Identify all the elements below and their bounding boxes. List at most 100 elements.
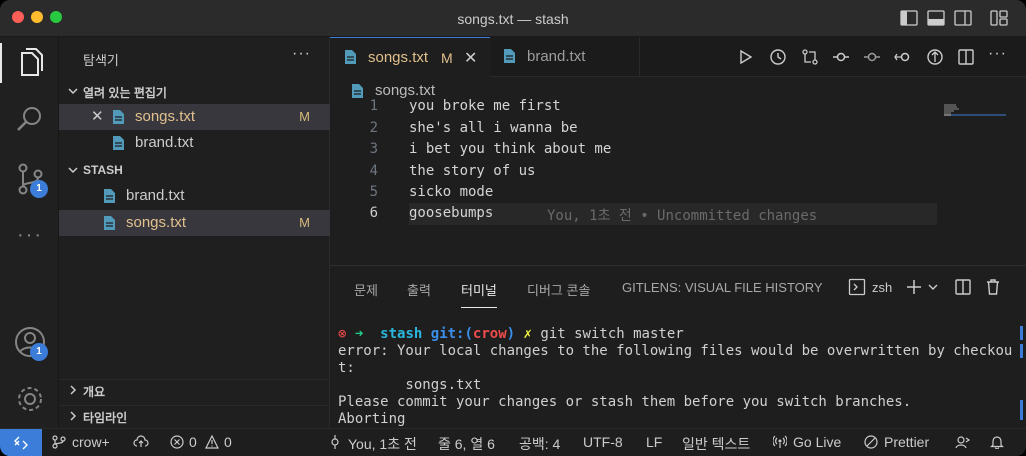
terminal-line: error: Your local changes to the followi…: [338, 343, 1013, 359]
folder-section[interactable]: STASH: [59, 160, 330, 182]
close-tab-icon[interactable]: ✕: [464, 48, 477, 68]
prompt-git-suffix: ): [506, 326, 516, 342]
prompt-branch: crow: [472, 326, 507, 342]
toggle-panel-icon[interactable]: [927, 10, 945, 26]
notifications-bell-icon[interactable]: [990, 435, 1004, 449]
explorer-sidebar: 탐색기 ··· 열려 있는 편집기 ✕ songs.txt M brand.tx…: [59, 37, 330, 428]
open-editor-name: brand.txt: [135, 134, 194, 151]
code-line[interactable]: you broke me first: [409, 98, 561, 114]
commit-author-icon: [331, 435, 339, 449]
open-editors-section[interactable]: 열려 있는 편집기: [59, 81, 330, 103]
open-editor-item[interactable]: brand.txt: [59, 130, 330, 156]
timeline-label: 타임라인: [83, 411, 128, 425]
new-terminal-icon[interactable]: [905, 278, 923, 296]
prompt-dirty-mark: ✗: [523, 326, 532, 342]
line-number: 1: [369, 98, 378, 114]
branch-name[interactable]: crow+: [72, 434, 110, 450]
file-icon: [504, 49, 515, 63]
close-editor-icon[interactable]: ✕: [91, 107, 104, 125]
tab-label: brand.txt: [527, 48, 586, 65]
remote-indicator[interactable]: [0, 429, 42, 456]
file-name: songs.txt: [126, 214, 187, 231]
prompt-directory: stash: [380, 326, 423, 342]
editor-more-icon[interactable]: ···: [988, 45, 1007, 63]
toggle-primary-sidebar-icon[interactable]: [900, 10, 918, 26]
file-tree-item[interactable]: songs.txt M: [59, 210, 330, 236]
error-status-icon: ⊗: [338, 326, 347, 342]
error-count[interactable]: 0: [189, 434, 197, 450]
error-icon: [170, 435, 184, 449]
tab-problems[interactable]: 문제: [354, 280, 378, 299]
run-icon[interactable]: [736, 48, 754, 66]
minimap[interactable]: [944, 104, 1006, 118]
gitlens-inspect-icon[interactable]: [926, 48, 944, 66]
explorer-icon[interactable]: [12, 45, 48, 81]
modified-badge: M: [299, 215, 310, 230]
tab-terminal[interactable]: 터미널: [461, 280, 497, 308]
chevron-down-icon: [68, 167, 78, 174]
warning-count[interactable]: 0: [224, 434, 232, 450]
tab-songs[interactable]: songs.txt M ✕: [330, 37, 490, 77]
prettier-icon: [864, 435, 878, 449]
outline-section[interactable]: 개요: [59, 379, 330, 401]
code-line[interactable]: goosebumps: [409, 205, 493, 221]
tab-gitlens-visual-file-history[interactable]: GITLENS: VISUAL FILE HISTORY: [622, 280, 823, 295]
current-line-blame[interactable]: You, 1초 전: [348, 434, 417, 454]
history-icon[interactable]: [769, 48, 787, 66]
git-commit-icon[interactable]: [832, 48, 850, 66]
file-tree-item[interactable]: brand.txt: [59, 183, 330, 209]
open-editor-item[interactable]: ✕ songs.txt M: [59, 104, 330, 130]
file-name: brand.txt: [126, 187, 185, 204]
text-editor[interactable]: 1 you broke me first 2 she's all i wanna…: [330, 95, 1026, 265]
status-bar: crow+ 0 0 You, 1초 전 줄 6, 열 6 공백: 4 UTF-8…: [0, 428, 1026, 456]
tab-brand[interactable]: brand.txt: [490, 37, 640, 77]
chevron-down-icon[interactable]: [927, 278, 939, 296]
cursor-position[interactable]: 줄 6, 열 6: [438, 434, 495, 454]
split-terminal-icon[interactable]: [954, 278, 972, 296]
warning-icon: [205, 435, 219, 449]
accounts-badge: 1: [30, 343, 48, 361]
activity-bar: 1 ··· 1: [0, 37, 59, 428]
indentation[interactable]: 공백: 4: [519, 434, 560, 454]
prettier-button[interactable]: Prettier: [884, 434, 929, 450]
open-editor-name: songs.txt: [135, 108, 196, 125]
code-line[interactable]: i bet you think about me: [409, 141, 611, 157]
settings-gear-icon[interactable]: [12, 381, 48, 417]
compare-changes-icon[interactable]: [801, 48, 819, 66]
previous-revision-icon[interactable]: [863, 48, 881, 66]
prompt-git-prefix: git:(: [430, 326, 473, 342]
end-of-line[interactable]: LF: [646, 434, 662, 450]
bottom-panel: 문제 출력 터미널 디버그 콘솔 GITLENS: VISUAL FILE HI…: [330, 265, 1026, 428]
customize-layout-icon[interactable]: [990, 10, 1008, 26]
terminal-shell-name[interactable]: zsh: [872, 280, 892, 295]
folder-label: STASH: [83, 163, 123, 177]
chevron-right-icon: [70, 411, 77, 421]
file-icon: [113, 136, 124, 150]
live-share-icon[interactable]: [955, 435, 971, 449]
more-views-icon[interactable]: ···: [17, 224, 43, 247]
tab-modified-badge: M: [441, 50, 453, 66]
encoding[interactable]: UTF-8: [583, 434, 623, 450]
code-line[interactable]: sicko mode: [409, 184, 493, 200]
explorer-more-icon[interactable]: ···: [292, 45, 311, 63]
terminal-output[interactable]: ⊗ ➜ stash git:(crow) ✗ git switch master…: [338, 326, 1012, 428]
search-icon[interactable]: [12, 101, 48, 137]
modified-badge: M: [299, 109, 310, 124]
split-editor-icon[interactable]: [957, 48, 975, 66]
toggle-secondary-sidebar-icon[interactable]: [954, 10, 972, 26]
editor-tab-bar: songs.txt M ✕ brand.txt ···: [330, 37, 1026, 77]
tab-debug-console[interactable]: 디버그 콘솔: [527, 280, 590, 299]
tab-output[interactable]: 출력: [407, 280, 431, 299]
sync-cloud-icon[interactable]: [133, 435, 149, 449]
code-line[interactable]: the story of us: [409, 163, 535, 179]
next-revision-icon[interactable]: [894, 48, 912, 66]
timeline-section[interactable]: 타임라인: [59, 405, 330, 427]
go-live-button[interactable]: Go Live: [793, 434, 841, 450]
trash-icon[interactable]: [984, 278, 1002, 296]
language-mode[interactable]: 일반 텍스트: [682, 434, 750, 454]
terminal-scrollbar[interactable]: [1018, 324, 1026, 428]
file-icon: [104, 189, 115, 203]
file-icon: [345, 50, 356, 64]
code-line[interactable]: she's all i wanna be: [409, 120, 578, 136]
line-number: 5: [369, 184, 378, 200]
